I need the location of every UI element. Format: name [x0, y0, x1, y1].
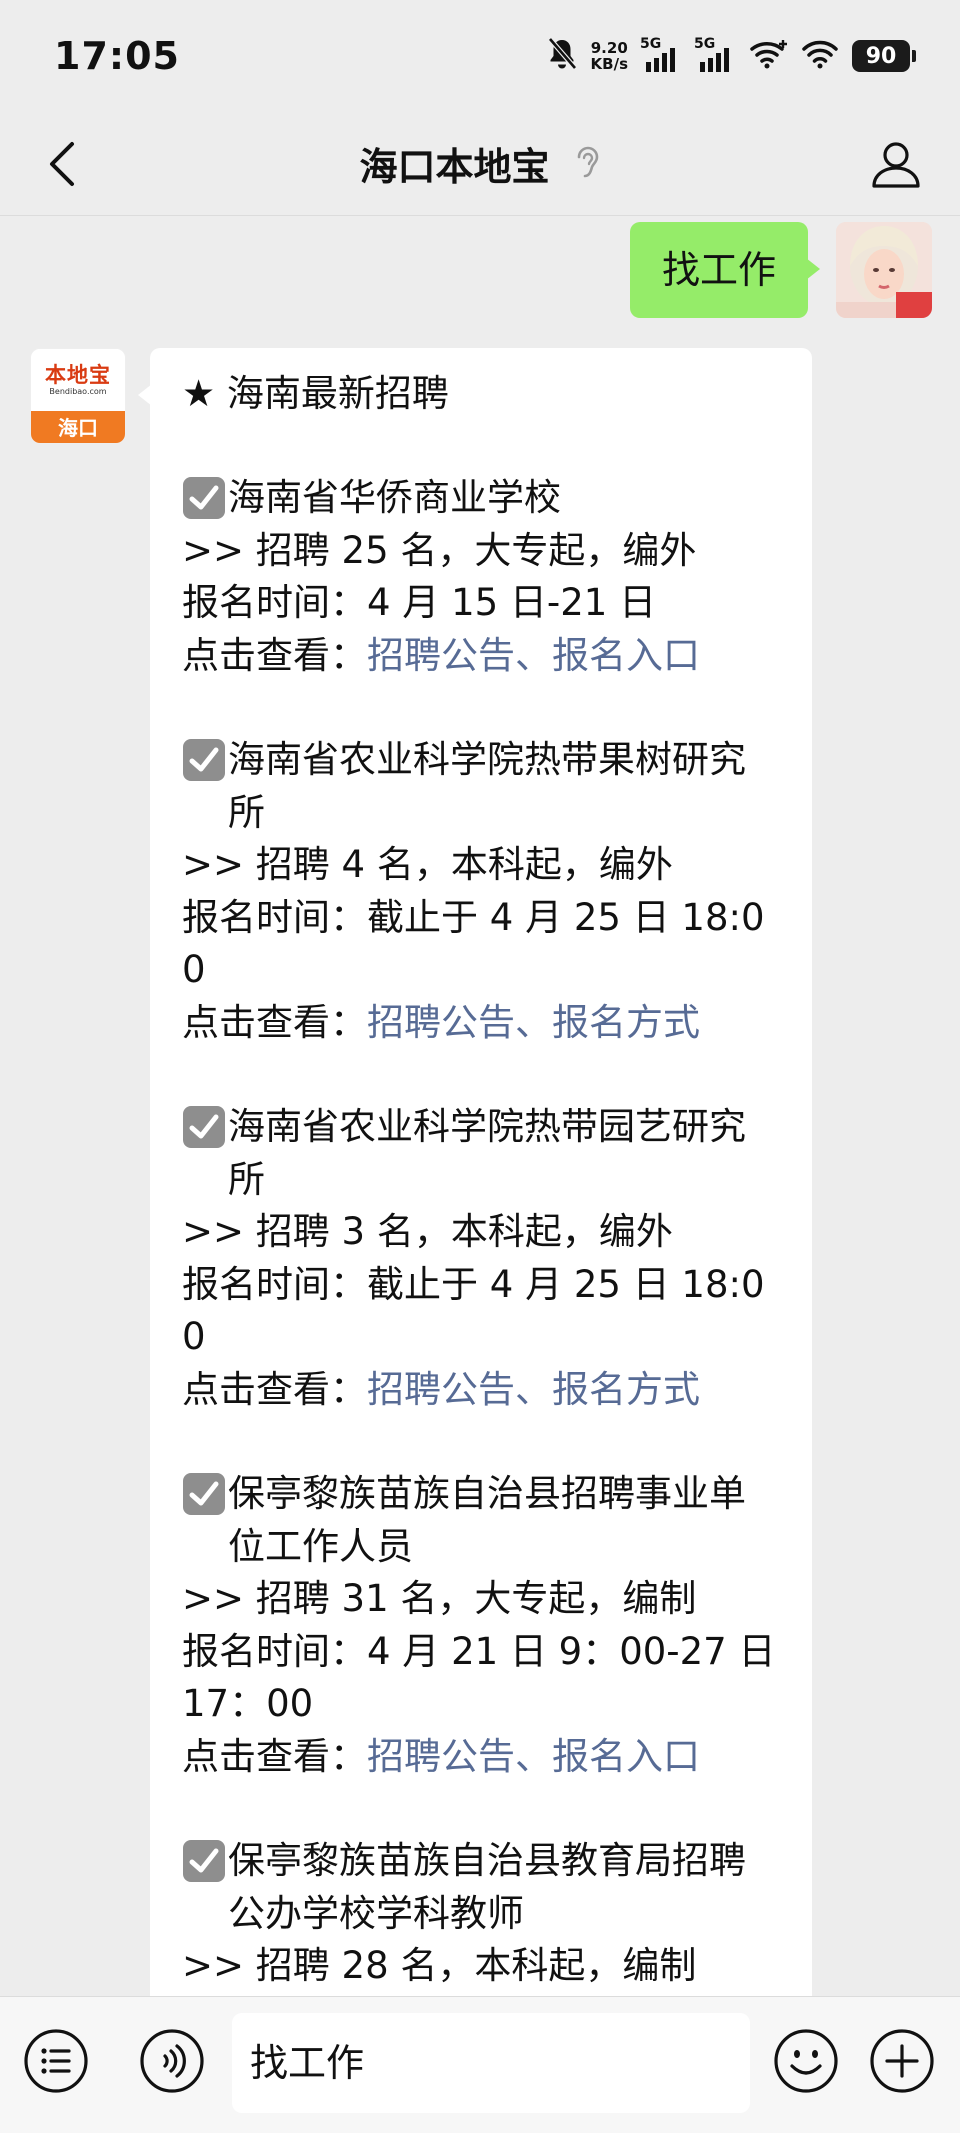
bot-logo-domain: Bendibao.com [49, 387, 107, 396]
view-prefix: 点击查看： [182, 1734, 367, 1778]
job-recruit-info: >> 招聘 25 名，大专起，编外 [182, 528, 697, 572]
status-icons: 9.20 KB/s 5G 5G 90 [547, 36, 916, 76]
view-prefix: 点击查看： [182, 1000, 367, 1044]
sim2-network-type: 5G [694, 36, 716, 52]
user-avatar[interactable] [836, 222, 932, 318]
emoji-button[interactable] [772, 2027, 840, 2095]
status-time: 17:05 [54, 34, 180, 78]
apply-link[interactable]: 报名方式 [552, 1368, 700, 1411]
emoji-icon [774, 2029, 838, 2093]
user-avatar-image [836, 222, 932, 318]
job-item: 保亭黎族苗族自治县招聘事业单位工作人员 >> 招聘 31 名，大专起，编制报名时间… [182, 1468, 782, 1783]
input-bar: 找工作 [0, 1996, 960, 2133]
job-title-text: 保亭黎族苗族自治县教育局招聘公办学校学科教师 [228, 1839, 746, 1935]
chat-title: 海口本地宝 [359, 145, 550, 189]
checkbox-icon [182, 1472, 226, 1516]
battery-icon: 90 [852, 40, 916, 72]
bot-logo-brand: 本地宝 [45, 362, 111, 387]
net-speed-unit: KB/s [590, 55, 628, 73]
checkbox-icon [182, 476, 226, 520]
announcement-link[interactable]: 招聘公告 [367, 1368, 515, 1411]
mute-bell-icon [547, 37, 577, 75]
job-title: 海南省华侨商业学校 [182, 472, 782, 525]
job-links: 点击查看：招聘公告、报名入口 [182, 1731, 782, 1784]
bot-logo-city: 海口 [31, 411, 125, 443]
job-item: 海南省农业科学院热带园艺研究所 >> 招聘 3 名，本科起，编外报名时间：截止于 … [182, 1101, 782, 1416]
apply-link[interactable]: 报名方式 [552, 1001, 700, 1044]
apply-link[interactable]: 报名入口 [552, 634, 700, 677]
status-bar: 17:05 9.20 KB/s 5G 5G 90 [0, 0, 960, 112]
net-speed: 9.20 KB/s [591, 40, 628, 72]
more-button[interactable] [868, 2027, 936, 2095]
signal-sim2-icon: 5G [694, 36, 736, 72]
link-separator: 、 [515, 1367, 552, 1411]
job-recruit-info: >> 招聘 31 名，大专起，编制 [182, 1577, 697, 1620]
chat-message-list[interactable]: 找工作 本地宝 Bendibao.com 海口 ★ 海南最新招聘 海南省华侨商业… [0, 216, 960, 1996]
announcement-link[interactable]: 招聘公告 [367, 634, 515, 677]
job-apply-time: 报名时间：4 月 21 日 9：00-27 日 17：00 [182, 1629, 776, 1726]
wifi-plus-icon [750, 39, 788, 73]
checkbox-icon [182, 738, 226, 782]
job-title: 保亭黎族苗族自治县教育局招聘公办学校学科教师 [182, 1835, 782, 1940]
nav-title-wrap: 海口本地宝 [0, 136, 960, 191]
voice-button[interactable] [138, 2027, 206, 2095]
wifi-icon [802, 39, 838, 73]
net-speed-value: 9.20 [590, 39, 628, 57]
job-apply-time: 报名时间：4 月 15 日-21 日 [182, 581, 657, 624]
view-prefix: 点击查看： [182, 1367, 367, 1411]
signal-sim1-icon: 5G [640, 36, 682, 72]
job-item: 海南省华侨商业学校 >> 招聘 25 名，大专起，编外 报名时间：4 月 15 日-… [182, 472, 782, 682]
checkbox-icon [182, 1839, 226, 1883]
announcement-link[interactable]: 招聘公告 [367, 1735, 515, 1778]
job-title-text: 海南省华侨商业学校 [228, 476, 561, 519]
view-prefix: 点击查看： [182, 633, 367, 677]
job-links: 点击查看：招聘公告、报名方式 [182, 1364, 782, 1417]
menu-list-icon [24, 2029, 88, 2093]
link-separator: 、 [515, 633, 552, 677]
bot-logo: 本地宝 Bendibao.com [31, 349, 125, 411]
apply-link[interactable]: 报名入口 [552, 1735, 700, 1778]
checkbox-icon [182, 1105, 226, 1149]
message-heading: ★ 海南最新招聘 [182, 372, 449, 415]
link-separator: 、 [515, 1734, 552, 1778]
sent-message-bubble[interactable]: 找工作 [629, 222, 821, 318]
job-recruit-info: >> 招聘 3 名，本科起，编外 [182, 1210, 673, 1253]
received-message-bubble[interactable]: ★ 海南最新招聘 海南省华侨商业学校 >> 招聘 25 名，大专起，编外 报名时间：… [138, 348, 812, 1996]
user-profile-icon [872, 142, 920, 188]
job-links: 点击查看：招聘公告、报名入口 [182, 630, 782, 683]
plus-icon [870, 2029, 934, 2093]
job-apply-time: 报名时间：截止于 4 月 25 日 18:00 [182, 1262, 765, 1359]
wechat-chat-screen: 17:05 9.20 KB/s 5G 5G 90 海口本地宝 找工作 本地宝 B… [0, 0, 960, 2133]
job-item: 保亭黎族苗族自治县教育局招聘公办学校学科教师>> 招聘 28 名，本科起，编制报… [182, 1835, 782, 1996]
job-title: 海南省农业科学院热带园艺研究所 [182, 1101, 782, 1206]
link-separator: 、 [515, 1000, 552, 1044]
job-links: 点击查看：招聘公告、报名方式 [182, 997, 782, 1050]
nav-bar: 海口本地宝 [0, 112, 960, 216]
official-account-avatar[interactable]: 本地宝 Bendibao.com 海口 [30, 348, 126, 444]
job-apply-time: 报名时间：截止于 4 月 25 日 18:00 [182, 895, 765, 992]
job-title-text: 保亭黎族苗族自治县招聘事业单位工作人员 [228, 1472, 746, 1568]
job-list: 海南省华侨商业学校 >> 招聘 25 名，大专起，编外 报名时间：4 月 15 日-… [182, 472, 782, 1996]
job-title: 保亭黎族苗族自治县招聘事业单位工作人员 [182, 1468, 782, 1573]
voice-icon [140, 2029, 204, 2093]
job-recruit-info: >> 招聘 28 名，本科起，编制 [182, 1944, 697, 1987]
sim1-network-type: 5G [640, 36, 662, 52]
message-input[interactable]: 找工作 [232, 2013, 750, 2113]
job-title: 海南省农业科学院热带果树研究所 [182, 734, 782, 839]
job-title-text: 海南省农业科学院热带园艺研究所 [228, 1105, 746, 1201]
ear-icon [575, 144, 601, 184]
announcement-link[interactable]: 招聘公告 [367, 1001, 515, 1044]
job-item: 海南省农业科学院热带果树研究所 >> 招聘 4 名，本科起，编外报名时间：截止于 … [182, 734, 782, 1049]
chat-info-button[interactable] [866, 134, 926, 194]
menu-button[interactable] [22, 2027, 90, 2095]
job-title-text: 海南省农业科学院热带果树研究所 [228, 738, 746, 834]
job-recruit-info: >> 招聘 4 名，本科起，编外 [182, 843, 673, 886]
